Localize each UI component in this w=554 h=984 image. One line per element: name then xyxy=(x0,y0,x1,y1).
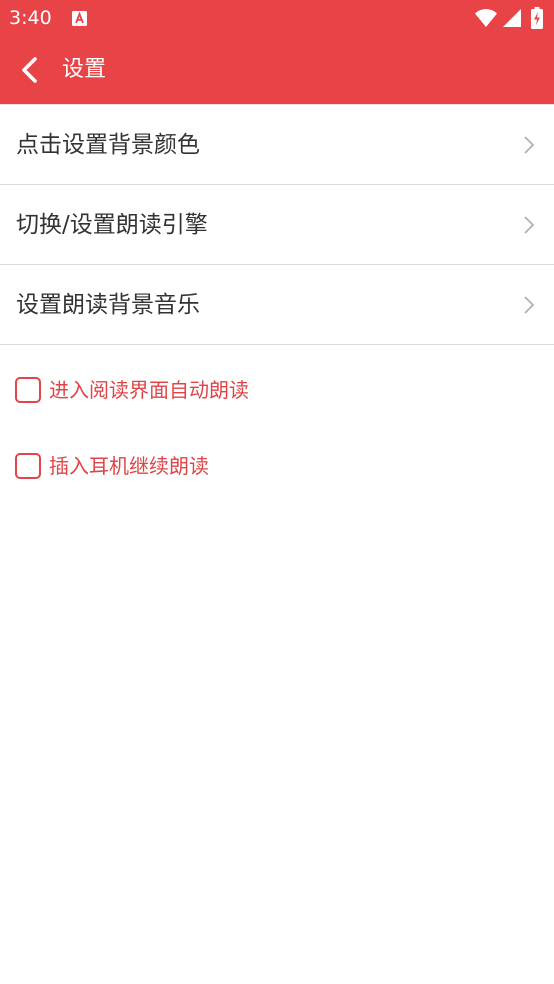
settings-list: 点击设置背景颜色 切换/设置朗读引擎 设置朗读背景音乐 xyxy=(0,104,554,345)
setting-background-color[interactable]: 点击设置背景颜色 xyxy=(0,105,554,185)
battery-charging-icon xyxy=(531,7,543,29)
checkbox-label: 插入耳机继续朗读 xyxy=(49,454,209,478)
chevron-left-icon xyxy=(22,57,37,83)
status-time: 3:40 xyxy=(9,7,52,29)
back-button[interactable] xyxy=(8,48,52,92)
settings-screen: 3:40 设置 点击设置背景颜色 切换/设置朗读引擎 设置朗读背景音乐 进入阅读… xyxy=(0,0,554,984)
chevron-right-icon xyxy=(524,136,535,154)
setting-tts-engine[interactable]: 切换/设置朗读引擎 xyxy=(0,185,554,265)
auto-read-checkbox-row[interactable]: 进入阅读界面自动朗读 xyxy=(15,376,415,404)
setting-label: 点击设置背景颜色 xyxy=(16,132,200,158)
page-title: 设置 xyxy=(62,57,107,82)
chevron-right-icon xyxy=(524,216,535,234)
status-bar: 3:40 xyxy=(0,0,554,36)
checkbox-label: 进入阅读界面自动朗读 xyxy=(49,378,249,402)
signal-icon xyxy=(503,9,521,27)
chevron-right-icon xyxy=(524,296,535,314)
headphone-continue-checkbox[interactable] xyxy=(15,453,41,479)
headphone-continue-checkbox-row[interactable]: 插入耳机继续朗读 xyxy=(15,452,415,480)
setting-label: 切换/设置朗读引擎 xyxy=(16,212,208,238)
setting-label: 设置朗读背景音乐 xyxy=(16,292,200,318)
setting-background-music[interactable]: 设置朗读背景音乐 xyxy=(0,265,554,345)
wifi-icon xyxy=(475,9,497,27)
notification-a-icon xyxy=(72,11,87,26)
app-bar: 设置 xyxy=(0,36,554,104)
auto-read-checkbox[interactable] xyxy=(15,377,41,403)
